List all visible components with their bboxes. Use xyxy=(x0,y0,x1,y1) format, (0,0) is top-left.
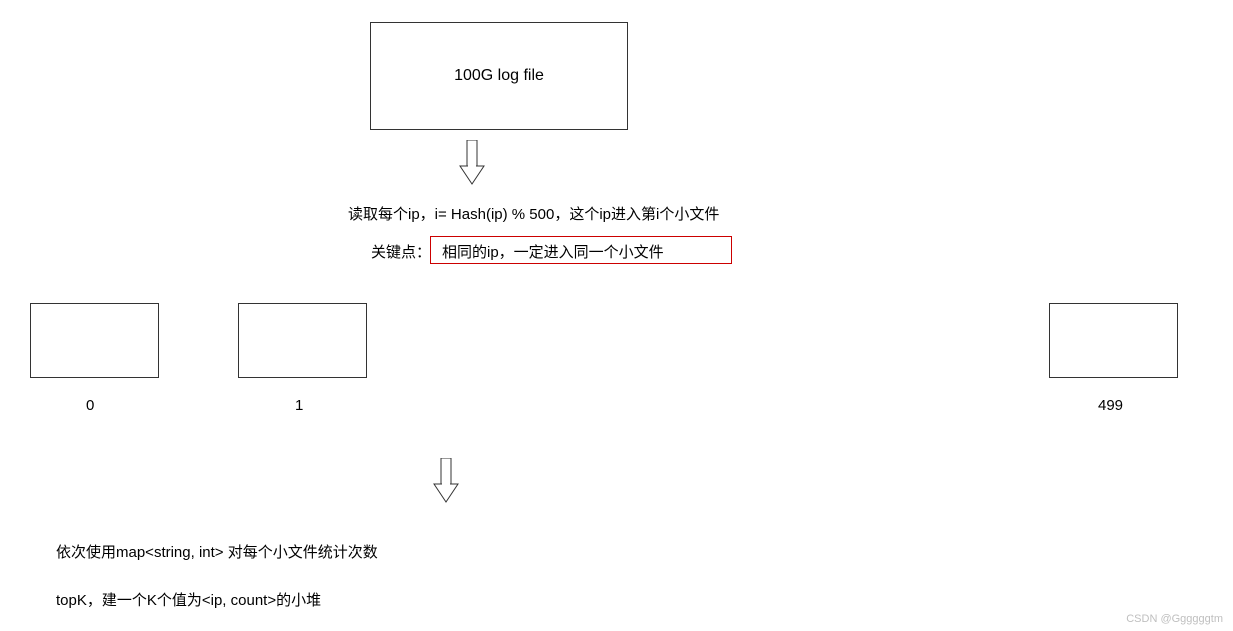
map-count-description: 依次使用map<string, int> 对每个小文件统计次数 xyxy=(56,541,378,562)
arrow-down-2 xyxy=(432,458,460,507)
file-label-499: 499 xyxy=(1098,397,1123,414)
arrow-down-1 xyxy=(458,140,486,189)
file-label-0: 0 xyxy=(86,397,94,414)
log-file-label: 100G log file xyxy=(454,67,544,85)
map-count-text: 依次使用map<string, int> 对每个小文件统计次数 xyxy=(56,544,378,561)
file-label-1: 1 xyxy=(295,397,303,414)
keypoint-highlight: 相同的ip，一定进入同一个小文件 xyxy=(442,241,664,262)
keypoint-highlight-text: 相同的ip，一定进入同一个小文件 xyxy=(442,244,664,261)
file-box-0 xyxy=(30,303,159,378)
hash-description: 读取每个ip，i= Hash(ip) % 500，这个ip进入第i个小文件 xyxy=(348,203,719,224)
watermark: CSDN @Ggggggtm xyxy=(1126,613,1223,625)
keypoint-label: 关键点： xyxy=(371,241,431,262)
file-label-0-text: 0 xyxy=(86,397,94,414)
hash-description-text: 读取每个ip，i= Hash(ip) % 500，这个ip进入第i个小文件 xyxy=(348,206,719,223)
topk-description: topK，建一个K个值为<ip, count>的小堆 xyxy=(56,589,321,610)
keypoint-prefix: 关键点： xyxy=(371,244,431,261)
file-box-1 xyxy=(238,303,367,378)
watermark-text: CSDN @Ggggggtm xyxy=(1126,613,1223,625)
log-file-box: 100G log file xyxy=(370,22,628,130)
file-box-499 xyxy=(1049,303,1178,378)
topk-text: topK，建一个K个值为<ip, count>的小堆 xyxy=(56,592,321,609)
file-label-499-text: 499 xyxy=(1098,397,1123,414)
file-label-1-text: 1 xyxy=(295,397,303,414)
